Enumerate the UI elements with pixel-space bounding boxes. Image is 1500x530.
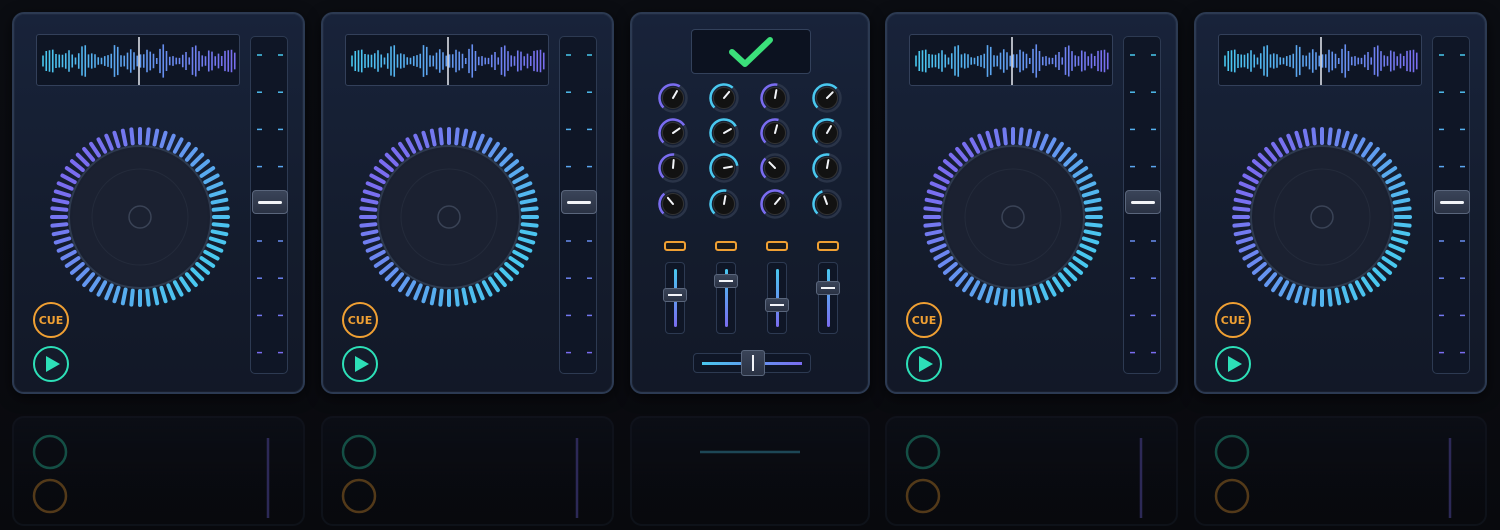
eq-knob[interactable] [760,118,790,148]
deck-3: CUE [885,12,1178,394]
waveform-display[interactable] [345,34,549,86]
play-button[interactable] [342,346,378,382]
pitch-fader-thumb[interactable] [1125,190,1161,214]
pitch-fader[interactable] [250,36,288,374]
eq-knob[interactable] [658,189,688,219]
checkmark-icon [729,36,773,67]
pitch-fader[interactable] [1123,36,1161,374]
eq-knob[interactable] [812,189,842,219]
pitch-fader-thumb[interactable] [1434,190,1470,214]
crossfader-thumb[interactable] [741,350,765,376]
mixer-status-display [691,29,811,74]
eq-knob[interactable] [760,83,790,113]
channel-3-fader[interactable] [765,262,789,334]
eq-knob[interactable] [658,153,688,183]
channel-3-led [766,241,788,251]
play-icon [918,356,933,372]
eq-knob[interactable] [658,83,688,113]
deck-2: CUE [321,12,614,394]
eq-knob[interactable] [658,118,688,148]
pitch-fader-thumb[interactable] [252,190,288,214]
eq-knob[interactable] [812,153,842,183]
eq-knob[interactable] [760,153,790,183]
channel-2-led [715,241,737,251]
play-button[interactable] [1215,346,1251,382]
channel-fader-thumb[interactable] [714,273,738,288]
mixer-panel [630,12,870,394]
channel-4-fader[interactable] [816,262,840,334]
pitch-fader[interactable] [1432,36,1470,374]
channel-fader-thumb[interactable] [765,297,789,312]
crossfader[interactable] [693,350,811,376]
waveform-display[interactable] [36,34,240,86]
play-button[interactable] [906,346,942,382]
jog-wheel[interactable] [358,126,540,308]
play-button[interactable] [33,346,69,382]
jog-wheel[interactable] [922,126,1104,308]
cue-button[interactable]: CUE [906,302,942,338]
eq-knob[interactable] [812,118,842,148]
jog-wheel[interactable] [1231,126,1413,308]
pitch-fader[interactable] [559,36,597,374]
deck-4: CUE [1194,12,1487,394]
floor-reflection [0,408,1500,530]
eq-knob[interactable] [709,83,739,113]
channel-4-led [817,241,839,251]
channel-fader-thumb[interactable] [816,280,840,295]
eq-knob[interactable] [760,189,790,219]
play-icon [45,356,60,372]
play-icon [1227,356,1242,372]
cue-button[interactable]: CUE [1215,302,1251,338]
channel-1-fader[interactable] [663,262,687,334]
deck-1: CUE [12,12,305,394]
jog-wheel[interactable] [49,126,231,308]
cue-button[interactable]: CUE [342,302,378,338]
waveform-display[interactable] [1218,34,1422,86]
waveform-display[interactable] [909,34,1113,86]
eq-knob[interactable] [709,118,739,148]
eq-knob[interactable] [812,83,842,113]
channel-2-fader[interactable] [714,262,738,334]
channel-fader-thumb[interactable] [663,288,687,303]
pitch-fader-thumb[interactable] [561,190,597,214]
eq-knob[interactable] [709,189,739,219]
channel-1-led [664,241,686,251]
eq-knob[interactable] [709,153,739,183]
play-icon [354,356,369,372]
cue-button[interactable]: CUE [33,302,69,338]
